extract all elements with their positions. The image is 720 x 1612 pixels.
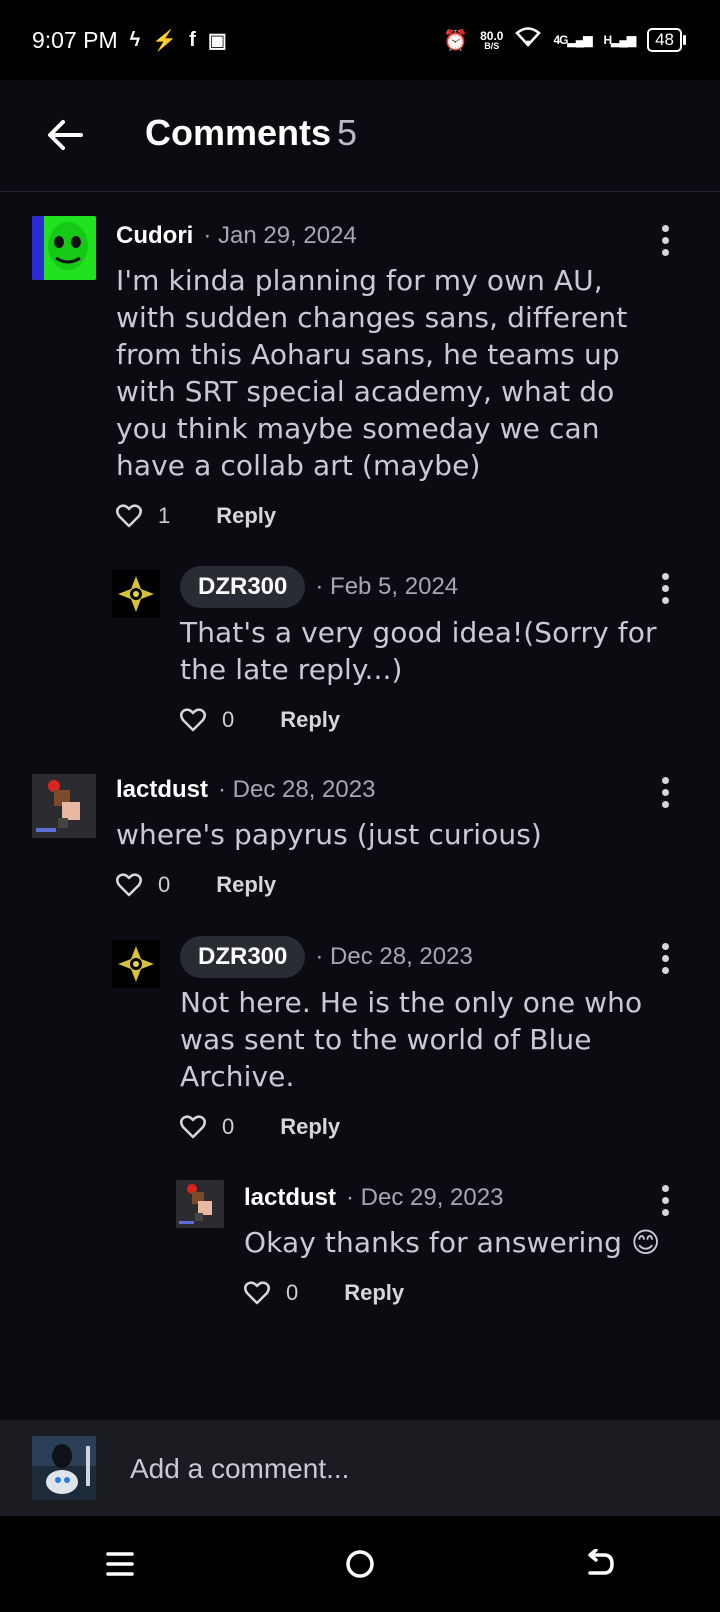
reply-button[interactable]: Reply — [280, 1114, 340, 1140]
like-count: 1 — [158, 503, 171, 528]
avatar[interactable] — [176, 1180, 224, 1228]
cellular-signal-icon: 4G▂▄▆ — [553, 33, 592, 47]
comment-item: Cudori · Jan 29, 2024 I'm kinda planning… — [32, 216, 688, 528]
more-vertical-icon — [661, 776, 669, 784]
reply-button[interactable]: Reply — [280, 707, 340, 733]
comment-text: Not here. He is the only one who was sen… — [180, 986, 643, 1093]
status-right: ⏰ 80.0 B/S 4G▂▄▆ H▂▄▆ 48 — [443, 27, 688, 53]
page-title: Comments 5 — [145, 112, 357, 154]
page-title-text: Comments — [145, 112, 332, 153]
user-avatar[interactable] — [32, 1436, 96, 1500]
battery-level: 48 — [655, 30, 674, 49]
network-type-2: H — [603, 33, 612, 47]
comment-author[interactable]: lactdust — [116, 776, 208, 804]
menu-icon — [106, 1552, 134, 1576]
network-type: 4G — [553, 33, 568, 47]
comment-date: · Dec 28, 2023 — [315, 943, 473, 970]
battery-icon: 48 — [647, 28, 686, 52]
more-options-button[interactable] — [650, 770, 680, 814]
more-vertical-icon — [661, 224, 669, 232]
comment-date: · Jan 29, 2024 — [203, 222, 357, 249]
like-count: 0 — [222, 707, 235, 732]
comment-text: where's papyrus (just curious) — [116, 818, 542, 851]
bolt-icon: ϟ — [129, 28, 141, 51]
like-button[interactable]: 0 — [180, 1114, 234, 1140]
like-button[interactable]: 0 — [244, 1280, 298, 1306]
notification-icon: ⚡ — [152, 29, 178, 52]
alarm-icon: ⏰ — [443, 29, 469, 52]
comment-date: · Dec 28, 2023 — [218, 776, 376, 803]
heart-icon — [116, 873, 142, 897]
comment-text: I'm kinda planning for my own AU, with s… — [116, 264, 628, 482]
facebook-icon: f — [189, 28, 196, 51]
heart-icon — [180, 1115, 206, 1139]
heart-icon — [116, 504, 142, 528]
speed-unit: B/S — [484, 40, 500, 51]
nav-menu-button[interactable] — [80, 1534, 160, 1594]
more-options-button[interactable] — [650, 1178, 680, 1222]
comment-item: DZR300 · Dec 28, 2023 Not here. He is th… — [112, 936, 688, 1139]
network-speed: 80.0 B/S — [480, 30, 503, 51]
like-count: 0 — [222, 1114, 235, 1139]
like-button[interactable]: 0 — [180, 707, 234, 733]
avatar[interactable] — [112, 940, 160, 988]
back-button[interactable] — [40, 110, 90, 160]
app-notification-icon: ▣ — [207, 29, 227, 52]
reply-button[interactable]: Reply — [344, 1280, 404, 1306]
more-options-button[interactable] — [650, 936, 680, 980]
comment-date: · Feb 5, 2024 — [315, 573, 459, 600]
status-bar: 9:07 PM ϟ ⚡ f ▣ ⏰ 80.0 B/S 4G▂▄▆ H▂▄▆ 48 — [0, 0, 720, 80]
wifi-icon — [515, 27, 542, 53]
like-count: 0 — [158, 872, 171, 897]
comment-author[interactable]: DZR300 — [180, 566, 306, 608]
more-vertical-icon — [661, 942, 669, 950]
comment-author[interactable]: Cudori — [116, 222, 193, 250]
like-button[interactable]: 1 — [116, 503, 170, 529]
avatar[interactable] — [112, 570, 160, 618]
comment-text: That's a very good idea!(Sorry for the l… — [180, 616, 657, 686]
cellular-signal-2-icon: H▂▄▆ — [603, 33, 636, 47]
comment-input[interactable] — [128, 1442, 692, 1496]
like-count: 0 — [286, 1280, 299, 1305]
reply-button[interactable]: Reply — [216, 872, 276, 898]
avatar[interactable] — [32, 774, 96, 838]
more-vertical-icon — [661, 1184, 669, 1192]
back-icon — [588, 1549, 614, 1575]
like-button[interactable]: 0 — [116, 872, 170, 898]
speed-value: 80.0 — [480, 28, 504, 43]
avatar[interactable] — [32, 216, 96, 280]
nav-back-button[interactable] — [560, 1534, 640, 1594]
comment-item: DZR300 · Feb 5, 2024 That's a very good … — [112, 566, 688, 732]
comment-text: Okay thanks for answering 😊 — [244, 1226, 661, 1259]
comment-count: 5 — [337, 112, 358, 153]
comments-header: Comments 5 — [0, 80, 720, 192]
nav-home-button[interactable] — [320, 1534, 400, 1594]
comment-author[interactable]: DZR300 — [180, 936, 306, 978]
comment-input-bar — [0, 1420, 720, 1516]
comment-author[interactable]: lactdust — [244, 1184, 336, 1212]
back-arrow-icon — [48, 120, 83, 150]
comment-item: lactdust · Dec 29, 2023 Okay thanks for … — [176, 1178, 688, 1308]
heart-icon — [244, 1281, 270, 1305]
comment-item: lactdust · Dec 28, 2023 where's papyrus … — [32, 770, 688, 900]
home-icon — [346, 1550, 374, 1578]
reply-button[interactable]: Reply — [216, 503, 276, 529]
heart-icon — [180, 708, 206, 732]
system-nav-bar — [0, 1516, 720, 1612]
status-left: 9:07 PM ϟ ⚡ f ▣ — [32, 27, 227, 54]
more-options-button[interactable] — [650, 218, 680, 262]
more-options-button[interactable] — [650, 566, 680, 610]
comment-date: · Dec 29, 2023 — [346, 1184, 504, 1211]
more-vertical-icon — [661, 572, 669, 580]
status-time: 9:07 PM — [32, 26, 118, 53]
